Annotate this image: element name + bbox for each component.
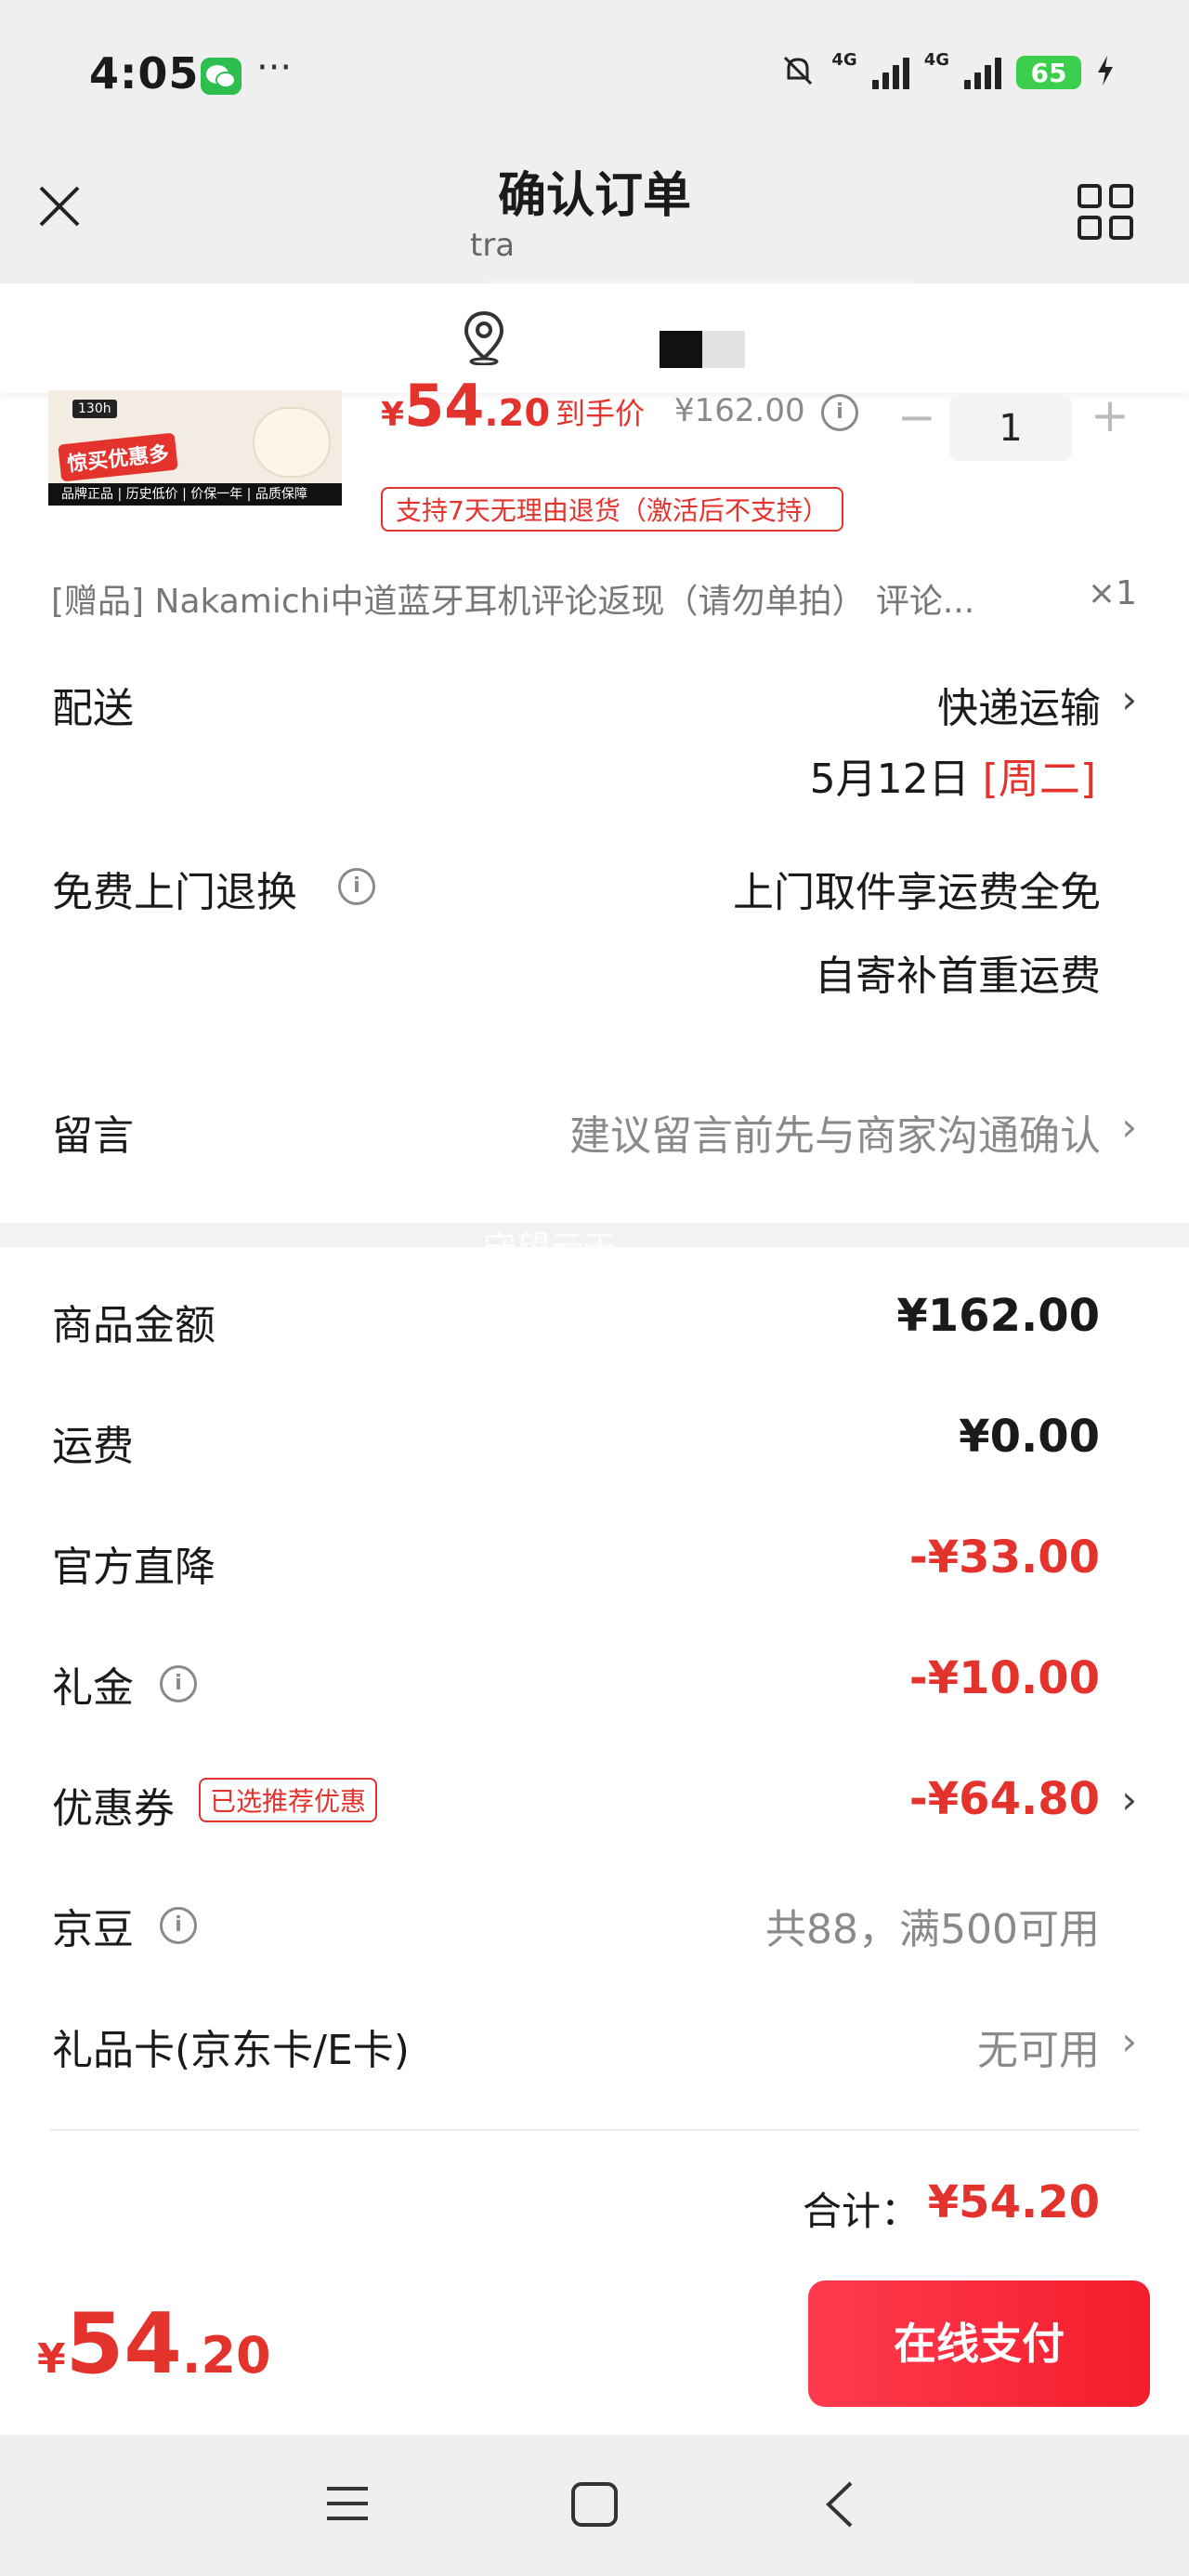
info-icon[interactable]: i — [160, 1907, 197, 1944]
delivery-method[interactable]: 快递运输 — [937, 675, 1101, 734]
chevron-right-icon[interactable]: › — [1121, 1777, 1137, 1822]
address-strip[interactable] — [0, 283, 1189, 393]
back-icon[interactable] — [821, 2479, 858, 2533]
info-icon[interactable]: i — [821, 394, 858, 431]
goods-amount-label: 商品金额 — [52, 1302, 216, 1349]
product-image-tag: 惊买优惠多 — [58, 432, 178, 482]
official-discount-label: 官方直降 — [52, 1544, 216, 1591]
return-policy-badge: 支持7天无理由退货（激活后不支持） — [381, 487, 843, 532]
home-icon[interactable] — [570, 2481, 619, 2531]
status-time: 4:05 — [89, 48, 200, 99]
gift-card-label: 礼品卡(京东卡/E卡) — [52, 2027, 410, 2074]
gift-item: [赠品] Nakamichi中道蓝牙耳机评论返现（请勿单拍） 评论... — [51, 583, 975, 621]
gift-money-label: 礼金 — [52, 1664, 134, 1712]
coupon-value[interactable]: -¥64.80 — [909, 1773, 1100, 1825]
page-title: 确认订单 — [497, 168, 691, 224]
wechat-icon — [201, 58, 242, 95]
gift-quantity: ×1 — [1087, 574, 1137, 612]
message-input[interactable]: 建议留言前先与商家沟通确认 — [569, 1102, 1101, 1162]
jd-beans-value: 共88，满500可用 — [765, 1906, 1100, 1953]
product-image[interactable]: 130h 惊买优惠多 品牌正品 | 历史低价 | 价保一年 | 品质保障 — [48, 390, 342, 506]
location-pin-icon — [461, 309, 507, 366]
official-discount-value: -¥33.00 — [908, 1531, 1100, 1584]
network-label-1: 4G — [831, 49, 857, 70]
shipping-value: ¥0.00 — [959, 1411, 1100, 1463]
shipping-label: 运费 — [52, 1423, 134, 1470]
message-label: 留言 — [52, 1112, 134, 1160]
original-price: ¥162.00 — [674, 392, 805, 429]
delivery-label: 配送 — [52, 685, 134, 732]
chevron-right-icon[interactable]: › — [1121, 2018, 1137, 2064]
earbud-case-graphic — [253, 407, 331, 478]
bottom-total-price: ¥54.20 — [37, 2295, 271, 2393]
quantity-stepper[interactable]: 1 — [949, 396, 1072, 461]
divider — [50, 2129, 1139, 2131]
address-redaction — [660, 331, 702, 368]
free-return-label: 免费上门退换 — [52, 869, 297, 916]
delivery-date: 5月12日 [周二] — [809, 756, 1096, 803]
chevron-right-icon[interactable]: › — [1121, 677, 1137, 722]
total-label: 合计： — [802, 2188, 920, 2234]
product-image-band: 品牌正品 | 历史低价 | 价保一年 | 品质保障 — [48, 483, 342, 506]
quantity-increase-button[interactable]: + — [1091, 388, 1130, 442]
coupon-recommended-badge: 已选推荐优惠 — [199, 1778, 378, 1822]
status-indicators: 4G 4G 65 — [779, 49, 1115, 93]
grid-menu-icon[interactable] — [1076, 182, 1135, 242]
watermark: 守望云天 — [483, 1229, 618, 1268]
coupon-label: 优惠券 — [52, 1785, 175, 1833]
free-return-line1: 上门取件享运费全免 — [733, 869, 1101, 916]
jd-beans-label: 京豆 — [52, 1906, 134, 1953]
gift-money-value: -¥10.00 — [908, 1652, 1100, 1704]
info-icon[interactable]: i — [160, 1665, 197, 1702]
pay-online-button[interactable]: 在线支付 — [808, 2280, 1150, 2407]
signal-icon — [871, 56, 909, 89]
goods-amount-value: ¥162.00 — [896, 1290, 1100, 1342]
status-more-dots: ··· — [256, 46, 293, 89]
network-label-2: 4G — [923, 49, 949, 70]
info-icon[interactable]: i — [338, 868, 375, 905]
battery-level: 65 — [1016, 56, 1081, 89]
price-label: 到手价 — [555, 396, 646, 431]
quantity-decrease-button[interactable]: − — [897, 390, 936, 444]
page-subtitle: tra — [470, 227, 516, 264]
mute-icon — [779, 52, 817, 93]
total-value: ¥54.20 — [927, 2176, 1100, 2228]
menu-icon[interactable] — [325, 2483, 370, 2528]
product-price: ¥54.20 — [381, 372, 551, 440]
chevron-right-icon[interactable]: › — [1121, 1104, 1137, 1150]
gift-card-value[interactable]: 无可用 — [977, 2017, 1100, 2076]
address-redaction-2 — [702, 331, 745, 368]
free-return-line2: 自寄补首重运费 — [815, 953, 1101, 1000]
product-image-badge: 130h — [72, 400, 117, 418]
charging-icon — [1096, 54, 1115, 91]
signal-icon-2 — [964, 56, 1001, 89]
